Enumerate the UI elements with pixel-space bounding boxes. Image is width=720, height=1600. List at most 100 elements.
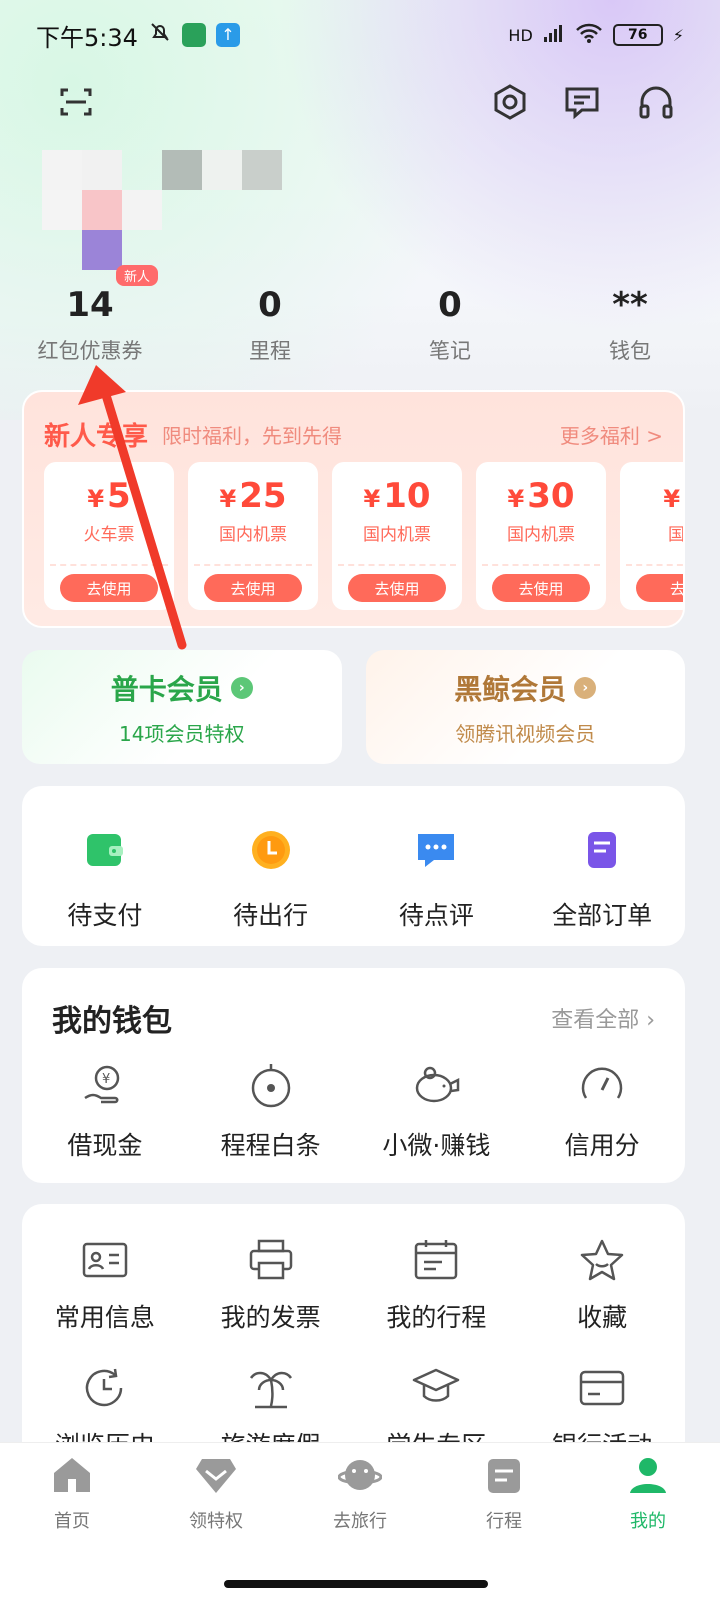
coupon-card[interactable]: ¥5 火车票 去使用	[44, 462, 174, 610]
upload-notification-icon: ↑	[215, 23, 240, 47]
customer-service-headphone-icon[interactable]	[632, 78, 680, 126]
tab-privileges[interactable]: 领特权	[144, 1443, 288, 1600]
my-trips-button[interactable]: 我的行程	[354, 1238, 520, 1334]
wallet-item-label: 借现金	[67, 1131, 143, 1160]
micro-earn-button[interactable]: 小微·赚钱	[354, 1062, 520, 1162]
more-benefits-link[interactable]: 更多福利 >	[560, 420, 663, 449]
coupon-amount: ¥25	[219, 476, 287, 516]
use-coupon-button[interactable]: 去使用	[348, 574, 446, 602]
chevron-right-icon: ›	[574, 676, 597, 699]
wallet-title: 我的钱包	[52, 1004, 172, 1039]
diamond-icon	[194, 1455, 238, 1499]
stat-wallet[interactable]: ** 钱包	[540, 285, 720, 365]
use-coupon-button[interactable]: 去使	[636, 574, 683, 602]
tool-label: 收藏	[577, 1303, 628, 1332]
mute-bell-icon	[148, 20, 172, 50]
use-coupon-button[interactable]: 去使用	[60, 574, 158, 602]
wallet-icon	[81, 826, 129, 878]
account-stats: 14 红包优惠券 0 里程 0 笔记 ** 钱包	[0, 285, 720, 365]
coupon-card[interactable]: ¥2 国际 去使	[620, 462, 683, 610]
coupon-type: 国内机票	[219, 525, 287, 545]
credit-score-button[interactable]: 信用分	[519, 1062, 685, 1162]
member-title: 普卡会员	[110, 672, 223, 706]
all-orders-button[interactable]: 全部订单	[519, 786, 685, 946]
home-icon	[50, 1455, 94, 1499]
message-icon[interactable]	[558, 78, 606, 126]
piggy-bank-icon	[410, 1062, 462, 1114]
view-all-link[interactable]: 查看全部 ›	[551, 1002, 655, 1034]
svg-text:¥: ¥	[102, 1072, 110, 1087]
order-label: 待点评	[398, 901, 474, 930]
tab-label: 领特权	[189, 1511, 243, 1532]
wallet-item-label: 信用分	[564, 1131, 640, 1160]
pending-review-button[interactable]: 待点评	[354, 786, 520, 946]
pending-trip-button[interactable]: 待出行	[188, 786, 354, 946]
stat-value: 14	[66, 285, 114, 325]
stat-value: **	[612, 285, 648, 325]
coupon-amount: ¥2	[663, 485, 681, 513]
order-label: 待支付	[67, 901, 143, 930]
tab-home[interactable]: 首页	[0, 1443, 144, 1600]
coupon-type: 国内机票	[507, 525, 575, 545]
coupon-card[interactable]: ¥25 国内机票 去使用	[188, 462, 318, 610]
tab-itinerary[interactable]: 行程	[432, 1443, 576, 1600]
coupon-type: 火车票	[83, 525, 135, 545]
my-invoices-button[interactable]: 我的发票	[188, 1238, 354, 1334]
use-coupon-button[interactable]: 去使用	[204, 574, 302, 602]
tool-label: 我的行程	[386, 1303, 487, 1332]
order-label: 全部订单	[552, 901, 653, 930]
black-whale-member-card[interactable]: 黑鲸会员 › 领腾讯视频会员	[365, 650, 685, 764]
battery-indicator: 76	[612, 24, 663, 46]
tab-label: 我的	[630, 1511, 666, 1532]
profile-icon	[626, 1455, 670, 1499]
chat-icon	[412, 826, 460, 878]
palm-tree-icon	[247, 1366, 295, 1414]
clock-icon	[247, 826, 295, 878]
cash-hand-icon: ¥	[81, 1062, 129, 1114]
borrow-cash-button[interactable]: ¥ 借现金	[22, 1062, 188, 1162]
member-subtitle: 领腾讯视频会员	[455, 721, 596, 746]
pending-payment-button[interactable]: 待支付	[22, 786, 188, 946]
my-wallet-card: 我的钱包 查看全部 › ¥ 借现金 程程白条 小微·赚钱 信用分	[22, 968, 685, 1183]
stat-label: 里程	[249, 339, 291, 363]
stat-value: 0	[438, 285, 462, 325]
coupon-amount: ¥5	[87, 476, 131, 516]
settings-gear-icon[interactable]	[486, 78, 534, 126]
stat-coupons[interactable]: 14 红包优惠券	[0, 285, 180, 365]
gauge-icon	[578, 1062, 626, 1114]
coupon-list: ¥5 火车票 去使用 ¥25 国内机票 去使用 ¥10 国内机票 去使用 ¥30…	[44, 462, 683, 610]
use-coupon-button[interactable]: 去使用	[492, 574, 590, 602]
standard-member-card[interactable]: 普卡会员 › 14项会员特权	[22, 650, 342, 764]
coupon-amount: ¥10	[363, 476, 431, 516]
stat-value: 0	[258, 285, 282, 325]
tab-label: 首页	[54, 1511, 90, 1532]
user-profile-blurred[interactable]	[42, 150, 292, 280]
calendar-icon	[412, 1238, 460, 1286]
tab-label: 去旅行	[333, 1511, 387, 1532]
coupon-amount: ¥30	[507, 476, 575, 516]
tab-me[interactable]: 我的	[576, 1443, 720, 1600]
stat-notes[interactable]: 0 笔记	[360, 285, 540, 365]
tab-travel[interactable]: 去旅行	[288, 1443, 432, 1600]
coupon-type: 国内机票	[363, 525, 431, 545]
credit-line-button[interactable]: 程程白条	[188, 1062, 354, 1162]
graduation-cap-icon	[412, 1366, 460, 1414]
status-time: 下午5:34	[36, 23, 138, 52]
wallet-item-label: 小微·赚钱	[382, 1131, 491, 1160]
coupon-card[interactable]: ¥10 国内机票 去使用	[332, 462, 462, 610]
new-user-tag: 新人	[116, 265, 159, 286]
favorites-button[interactable]: 收藏	[519, 1238, 685, 1334]
promo-subtitle: 限时福利，先到先得	[162, 423, 343, 448]
scan-icon[interactable]	[52, 78, 100, 126]
coupon-card[interactable]: ¥30 国内机票 去使用	[476, 462, 606, 610]
frequent-info-button[interactable]: 常用信息	[22, 1238, 188, 1334]
tool-label: 常用信息	[54, 1303, 155, 1332]
planet-icon	[337, 1455, 383, 1499]
stat-mileage[interactable]: 0 里程	[180, 285, 360, 365]
schedule-icon	[482, 1455, 526, 1499]
tool-label: 我的发票	[220, 1303, 321, 1332]
order-label: 待出行	[233, 901, 309, 930]
header-toolbar	[0, 78, 720, 134]
bottom-tab-bar: 首页 领特权 去旅行 行程 我的	[0, 1442, 720, 1600]
tab-label: 行程	[486, 1511, 522, 1532]
